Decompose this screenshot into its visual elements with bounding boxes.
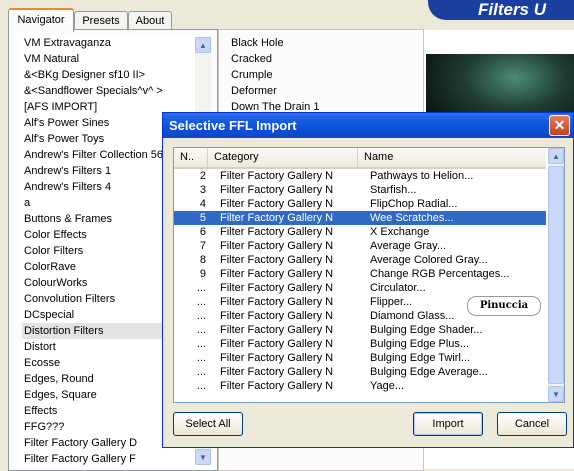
row-category: Filter Factory Gallery N xyxy=(220,254,334,266)
list-item[interactable]: Filter Factory Gallery F xyxy=(22,451,202,467)
cancel-button[interactable]: Cancel xyxy=(497,412,567,436)
tab-navigator[interactable]: Navigator xyxy=(8,8,74,32)
table-row[interactable]: 2 Filter Factory Gallery N Pathways to Hel… xyxy=(174,169,546,183)
tab-presets[interactable]: Presets xyxy=(74,11,128,30)
list-header: N.. Category Name xyxy=(174,148,546,169)
row-number: ... xyxy=(196,282,206,294)
scroll-down-icon[interactable]: ▼ xyxy=(195,449,211,465)
table-row[interactable]: 6 Filter Factory Gallery N X Exchange xyxy=(174,225,546,239)
table-row[interactable]: ... Filter Factory Gallery N Bulging Edge … xyxy=(174,337,546,351)
row-category: Filter Factory Gallery N xyxy=(220,352,334,364)
row-name: X Exchange xyxy=(370,226,430,238)
row-number: 5 xyxy=(199,212,206,224)
scroll-up-icon[interactable]: ▲ xyxy=(195,37,211,53)
row-name: Starfish... xyxy=(370,184,417,196)
table-row[interactable]: ... Filter Factory Gallery N Bulging Edge … xyxy=(174,365,546,379)
row-number: 2 xyxy=(199,170,206,182)
table-row[interactable]: 8 Filter Factory Gallery N Average Colored… xyxy=(174,253,546,267)
table-row[interactable]: ... Filter Factory Gallery N Circulator... xyxy=(174,281,546,295)
row-category: Filter Factory Gallery N xyxy=(220,198,334,210)
pinuccia-watermark: Pinuccia xyxy=(467,296,541,316)
row-name: Bulging Edge Shader... xyxy=(370,324,483,336)
row-category: Filter Factory Gallery N xyxy=(220,310,334,322)
row-name: Bulging Edge Average... xyxy=(370,366,488,378)
list-rows: 2 Filter Factory Gallery N Pathways to Hel… xyxy=(174,169,547,393)
row-number: 7 xyxy=(199,240,206,252)
row-category: Filter Factory Gallery N xyxy=(220,282,334,294)
dialog-title: Selective FFL Import xyxy=(163,113,573,138)
import-list[interactable]: N.. Category Name 2 Filter Factory Galler… xyxy=(173,147,565,403)
row-category: Filter Factory Gallery N xyxy=(220,184,334,196)
row-name: Circulator... xyxy=(370,282,426,294)
column-header-name[interactable]: Name xyxy=(358,148,546,167)
row-category: Filter Factory Gallery N xyxy=(220,212,334,224)
table-row[interactable]: ... Filter Factory Gallery N Bulging Edge … xyxy=(174,351,546,365)
table-row[interactable]: 3 Filter Factory Gallery N Starfish... xyxy=(174,183,546,197)
table-row[interactable]: 5 Filter Factory Gallery N Wee Scratches..… xyxy=(174,210,547,226)
tab-about[interactable]: About xyxy=(128,11,172,30)
row-category: Filter Factory Gallery N xyxy=(220,338,334,350)
list-item[interactable]: VM Extravaganza xyxy=(22,35,202,51)
list-item[interactable]: Black Hole xyxy=(229,35,419,51)
app-banner: Filters U xyxy=(428,0,574,20)
table-row[interactable]: 4 Filter Factory Gallery N FlipChop Radial… xyxy=(174,197,546,211)
row-number: ... xyxy=(196,324,206,336)
row-number: ... xyxy=(196,338,206,350)
table-row[interactable]: 7 Filter Factory Gallery N Average Gray... xyxy=(174,239,546,253)
row-category: Filter Factory Gallery N xyxy=(220,296,334,308)
row-number: 3 xyxy=(199,184,206,196)
import-button[interactable]: Import xyxy=(413,412,483,436)
filter-list[interactable]: Black Hole Cracked Crumple Deformer Down The… xyxy=(229,35,419,115)
selective-ffl-import-dialog: Selective FFL Import ✕ N.. Category Name… xyxy=(162,112,574,448)
scroll-up-icon[interactable]: ▲ xyxy=(548,148,564,164)
close-icon[interactable]: ✕ xyxy=(549,115,570,136)
row-name: Wee Scratches... xyxy=(370,212,454,224)
row-name: Yage... xyxy=(370,380,405,392)
row-name: Bulging Edge Plus... xyxy=(370,338,470,350)
row-category: Filter Factory Gallery N xyxy=(220,226,334,238)
list-item[interactable]: &<BKg Designer sf10 II> xyxy=(22,67,202,83)
row-category: Filter Factory Gallery N xyxy=(220,240,334,252)
table-row[interactable]: 9 Filter Factory Gallery N Change RGB Perc… xyxy=(174,267,546,281)
scroll-thumb[interactable] xyxy=(548,166,564,384)
row-number: 4 xyxy=(199,198,206,210)
row-name: Pathways to Helion... xyxy=(370,170,474,182)
list-item[interactable]: Cracked xyxy=(229,51,419,67)
row-category: Filter Factory Gallery N xyxy=(220,170,334,182)
row-category: Filter Factory Gallery N xyxy=(220,380,334,392)
row-category: Filter Factory Gallery N xyxy=(220,366,334,378)
row-name: Bulging Edge Twirl... xyxy=(370,352,471,364)
list-item[interactable]: Deformer xyxy=(229,83,419,99)
table-row[interactable]: ... Filter Factory Gallery N Bulging Edge … xyxy=(174,323,546,337)
row-number: ... xyxy=(196,352,206,364)
table-row[interactable]: ... Filter Factory Gallery N Yage... xyxy=(174,379,546,393)
row-number: ... xyxy=(196,296,206,308)
row-name: Average Gray... xyxy=(370,240,447,252)
scroll-down-icon[interactable]: ▼ xyxy=(548,386,564,402)
row-number: 8 xyxy=(199,254,206,266)
row-category: Filter Factory Gallery N xyxy=(220,268,334,280)
row-number: ... xyxy=(196,310,206,322)
select-all-button[interactable]: Select All xyxy=(173,412,243,436)
row-number: 9 xyxy=(199,268,206,280)
row-category: Filter Factory Gallery N xyxy=(220,324,334,336)
list-item[interactable]: &<Sandflower Specials^v^ > xyxy=(22,83,202,99)
row-number: ... xyxy=(196,366,206,378)
row-number: ... xyxy=(196,380,206,392)
row-name: FlipChop Radial... xyxy=(370,198,458,210)
column-header-category[interactable]: Category xyxy=(208,148,358,167)
list-item[interactable]: VM Natural xyxy=(22,51,202,67)
row-name: Average Colored Gray... xyxy=(370,254,488,266)
import-list-scrollbar[interactable]: ▲ ▼ xyxy=(548,148,564,402)
row-number: 6 xyxy=(199,226,206,238)
list-item[interactable]: Crumple xyxy=(229,67,419,83)
row-name: Change RGB Percentages... xyxy=(370,268,510,280)
column-header-number[interactable]: N.. xyxy=(174,148,208,167)
